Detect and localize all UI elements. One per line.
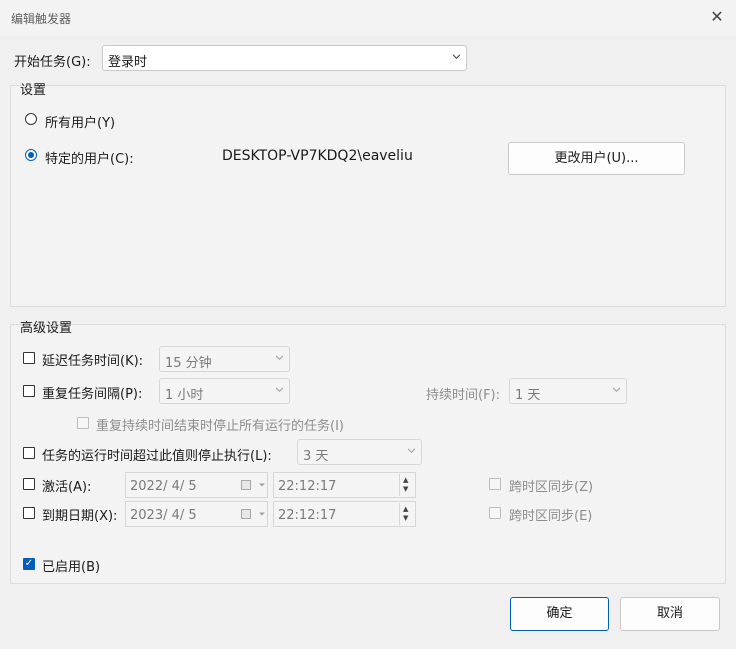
stop-if-combo[interactable]: 3 天 (297, 439, 422, 465)
spin-up-icon: ▲ (403, 476, 409, 484)
settings-group (10, 85, 726, 307)
change-user-button[interactable]: 更改用户(U)... (508, 142, 685, 175)
repeat-label: 重复任务间隔(P): (42, 387, 143, 402)
user-value: DESKTOP-VP7KDQ2\eaveliu (222, 148, 413, 164)
repeat-checkbox[interactable] (23, 385, 35, 397)
delay-label: 延迟任务时间(K): (42, 354, 144, 369)
calendar-icon (241, 480, 251, 490)
chevron-down-icon (276, 355, 283, 360)
chevron-down-icon (453, 54, 460, 59)
spin-down-icon: ▼ (403, 485, 409, 493)
ok-button[interactable]: 确定 (510, 597, 609, 631)
start-task-combo[interactable]: 登录时 (102, 45, 467, 71)
all-users-label: 所有用户(Y) (45, 116, 116, 131)
expire-time-picker[interactable]: 22:12:17 ▲ ▼ (273, 501, 416, 527)
stop-all-checkbox[interactable] (77, 417, 89, 429)
expire-date-picker[interactable]: 2023/ 4/ 5 (125, 501, 268, 527)
start-task-label: 开始任务(G): (14, 55, 91, 70)
activate-checkbox[interactable] (23, 478, 35, 490)
expire-label: 到期日期(X): (42, 509, 118, 524)
cancel-button[interactable]: 取消 (620, 597, 720, 631)
chevron-down-icon (276, 387, 283, 392)
activate-time-picker[interactable]: 22:12:17 ▲ ▼ (273, 472, 416, 498)
start-task-value: 登录时 (108, 55, 148, 70)
expire-date: 2023/ 4/ 5 (130, 508, 197, 523)
delay-value: 15 分钟 (165, 356, 212, 371)
expire-sync-checkbox[interactable] (489, 507, 501, 519)
chevron-down-icon (259, 483, 265, 487)
chevron-down-icon (613, 387, 620, 392)
activate-date: 2022/ 4/ 5 (130, 479, 197, 494)
activate-sync-checkbox[interactable] (489, 478, 501, 490)
activate-sync-label: 跨时区同步(Z) (509, 480, 594, 495)
spin-up-icon: ▲ (403, 505, 409, 513)
activate-label: 激活(A): (42, 480, 92, 495)
spin-down-icon: ▼ (403, 514, 409, 522)
repeat-value: 1 小时 (165, 388, 204, 403)
expire-sync-label: 跨时区同步(E) (509, 509, 593, 524)
time-spinner[interactable]: ▲ ▼ (399, 474, 413, 496)
enabled-label: 已启用(B) (42, 560, 101, 575)
window-title: 编辑触发器 (11, 12, 72, 26)
delay-combo[interactable]: 15 分钟 (159, 346, 290, 372)
activate-date-picker[interactable]: 2022/ 4/ 5 (125, 472, 268, 498)
expire-checkbox[interactable] (23, 507, 35, 519)
repeat-combo[interactable]: 1 小时 (159, 378, 290, 404)
chevron-down-icon (259, 512, 265, 516)
stop-if-value: 3 天 (303, 449, 329, 464)
specific-user-label: 特定的用户(C): (45, 152, 134, 167)
expire-time: 22:12:17 (278, 508, 337, 523)
duration-label: 持续时间(F): (426, 388, 501, 403)
enabled-checkbox[interactable]: ✓ (23, 558, 35, 570)
title-bar (0, 0, 736, 36)
duration-value: 1 天 (515, 388, 541, 403)
calendar-icon (241, 509, 251, 519)
time-spinner[interactable]: ▲ ▼ (399, 503, 413, 525)
close-icon[interactable]: ✕ (708, 8, 726, 26)
activate-time: 22:12:17 (278, 479, 337, 494)
stop-if-label: 任务的运行时间超过此值则停止执行(L): (42, 449, 272, 464)
advanced-group-label: 高级设置 (20, 321, 73, 336)
specific-user-radio[interactable] (25, 149, 37, 161)
chevron-down-icon (408, 448, 415, 453)
delay-checkbox[interactable] (23, 352, 35, 364)
stop-if-checkbox[interactable] (23, 447, 35, 459)
all-users-radio[interactable] (25, 113, 37, 125)
stop-all-label: 重复持续时间结束时停止所有运行的任务(I) (96, 419, 344, 434)
settings-group-label: 设置 (20, 83, 47, 98)
duration-combo[interactable]: 1 天 (509, 378, 627, 404)
